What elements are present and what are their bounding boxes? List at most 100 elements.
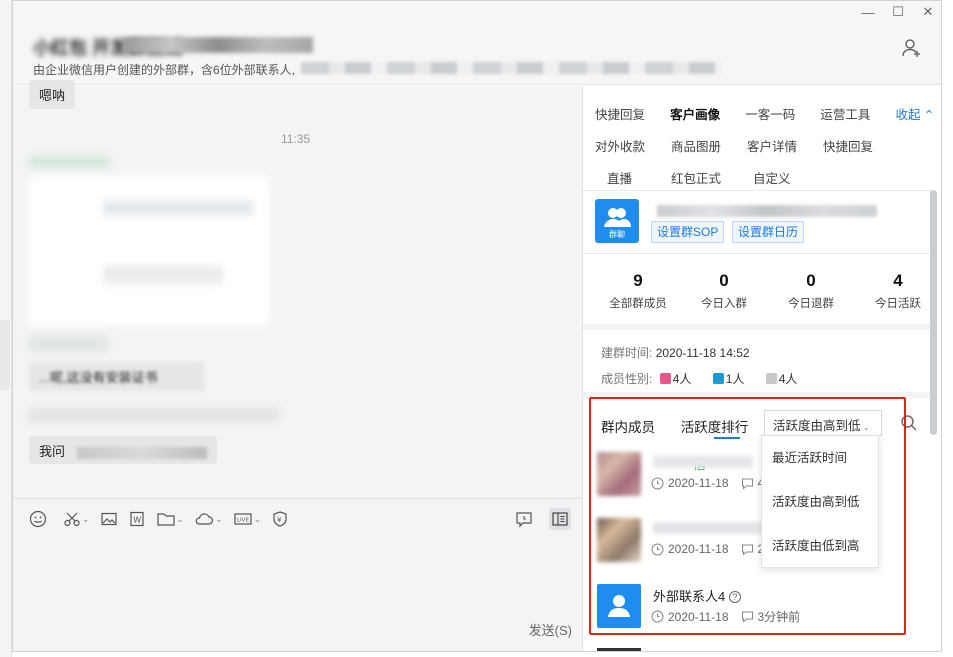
tab-customer-details[interactable]: 客户详情	[747, 136, 823, 155]
tab-group-members[interactable]: 群内成员	[601, 420, 655, 435]
message-count-icon	[741, 611, 753, 623]
yen-shield-icon: ¥	[273, 511, 287, 527]
tab-operation-tools[interactable]: 运营工具	[820, 104, 895, 123]
emoji-button[interactable]	[29, 509, 47, 529]
tool-tabs-row-1: 快捷回复 客户画像 一客一码 运营工具 收起 ⌃	[595, 97, 935, 129]
tab-external-payment[interactable]: 对外收款	[595, 136, 671, 155]
unknown-gender-icon	[765, 373, 777, 384]
stat-value: 0	[719, 271, 729, 290]
member-name: 外部联系人4 ?	[653, 586, 741, 605]
member-meta: 2020-11-18 48	[651, 476, 771, 490]
minimize-icon[interactable]: —	[861, 5, 875, 20]
maximize-icon[interactable]: ☐	[891, 4, 905, 19]
message-time: 11:35	[281, 132, 311, 146]
panel-scrollbar[interactable]	[930, 190, 937, 435]
sort-option-activity-asc[interactable]: 活跃度由低到高	[762, 524, 878, 568]
add-member-icon[interactable]	[901, 37, 923, 59]
tool-tabs-row-3: 直播 红包正式 自定义	[595, 161, 935, 193]
group-created-time: 建群时间: 2020-11-18 14:52	[601, 344, 750, 361]
clock-icon	[651, 477, 664, 489]
message-count-icon	[741, 478, 753, 490]
screenshot-button[interactable]: ⌄	[63, 509, 90, 529]
member-tabs: 群内成员 活跃度排行	[601, 416, 748, 436]
male-icon	[712, 373, 724, 384]
svg-text:W: W	[133, 516, 141, 525]
stat-value: 0	[806, 271, 816, 290]
document-button[interactable]: W	[128, 509, 146, 529]
tab-red-packet[interactable]: 红包正式	[671, 168, 747, 187]
set-group-sop-button[interactable]: 设置群SOP	[651, 221, 725, 243]
member-gender: 成员性别: 4人 1人 4人	[601, 370, 797, 387]
image-message-redaction[interactable]	[29, 176, 269, 326]
sort-option-activity-desc[interactable]: 活跃度由高到低	[762, 480, 878, 524]
cloud-icon	[195, 513, 214, 525]
chat-header: 小红包 开发群测试 由企业微信用户创建的外部群，含6位外部联系人, — ☐ ✕	[13, 1, 941, 85]
tab-activity-ranking[interactable]: 活跃度排行	[681, 420, 749, 435]
tab-custom[interactable]: 自定义	[747, 168, 823, 187]
message-input-area[interactable]: ⌄ W ⌄ ⌄ LIVE ⌄ ¥ 发送(S)	[13, 498, 582, 651]
folder-button[interactable]: ⌄	[156, 509, 184, 529]
tab-product-album[interactable]: 商品图册	[671, 136, 747, 155]
member-avatar	[597, 518, 641, 562]
member-avatar	[597, 584, 641, 628]
member-meta: 2020-11-18 29	[651, 542, 771, 556]
message-bubble: 我问	[29, 436, 217, 464]
side-panel-toggle[interactable]	[549, 508, 571, 530]
created-value: 2020-11-18 14:52	[655, 346, 750, 360]
subtitle-redaction	[301, 62, 721, 74]
live-button[interactable]: LIVE ⌄	[233, 509, 262, 529]
tab-live[interactable]: 直播	[595, 168, 671, 187]
stat-label: 全部群成员	[609, 298, 667, 310]
stat-left-today: 0 今日退群	[768, 271, 854, 311]
svg-text:¥: ¥	[277, 516, 282, 524]
tab-quick-reply[interactable]: 快捷回复	[595, 104, 670, 123]
scissors-icon	[64, 512, 80, 527]
close-icon[interactable]: ✕	[921, 4, 935, 19]
side-panel-icon	[552, 512, 568, 526]
red-packet-button[interactable]: ¥	[271, 509, 289, 529]
chat-history-icon	[516, 512, 532, 528]
member-meta: 2020-11-18 3分钟前	[651, 608, 800, 625]
chevron-down-icon: ⌄	[253, 513, 262, 524]
set-group-calendar-button[interactable]: 设置群日历	[732, 221, 805, 243]
sort-dropdown-menu: 最近活跃时间 活跃度由高到低 活跃度由低到高	[761, 435, 879, 568]
member-row[interactable]: 外部联系人4 ? 2020-11-18 3分钟前	[597, 584, 927, 646]
tab-one-customer-code[interactable]: 一客一码	[745, 104, 820, 123]
stat-value: 4	[893, 271, 903, 290]
word-doc-icon: W	[129, 511, 144, 527]
member-name-redaction	[653, 522, 763, 534]
divider	[583, 253, 932, 254]
next-member-avatar-edge	[597, 648, 641, 651]
collapse-button[interactable]: 收起 ⌃	[895, 104, 935, 123]
female-icon	[659, 373, 671, 384]
clock-icon	[651, 543, 664, 555]
send-button[interactable]: 发送(S)	[529, 620, 572, 639]
tab-quick-reply-2[interactable]: 快捷回复	[823, 136, 899, 155]
sort-select[interactable]: 活跃度由高到低 ⌄	[764, 410, 882, 436]
chevron-down-icon: ⌄	[82, 513, 90, 524]
stat-label: 今日退群	[788, 298, 834, 310]
help-icon[interactable]: ?	[728, 591, 741, 603]
stat-label: 今日活跃	[875, 298, 921, 310]
member-last-active: 3分钟前	[757, 610, 801, 624]
male-count: 1人	[725, 372, 745, 386]
window-controls: — ☐ ✕	[861, 4, 935, 20]
sender-name-redaction-2	[29, 336, 109, 352]
group-title-redaction	[123, 37, 313, 53]
female-count: 4人	[672, 372, 692, 386]
search-icon[interactable]	[900, 414, 918, 432]
live-icon: LIVE	[234, 513, 252, 525]
sort-option-recent-active[interactable]: 最近活跃时间	[762, 436, 878, 480]
cloud-drive-button[interactable]: ⌄	[194, 509, 223, 529]
member-name-redaction	[653, 456, 753, 468]
message-list[interactable]: 嗯呐 11:35 ...呢,这没有安装证书 我问	[13, 80, 582, 498]
tab-customer-profile[interactable]: 客户画像	[670, 104, 745, 123]
input-toolbar: ⌄ W ⌄ ⌄ LIVE ⌄ ¥	[29, 509, 289, 529]
group-subtitle: 由企业微信用户创建的外部群，含6位外部联系人,	[33, 63, 296, 77]
section-separator	[583, 392, 932, 398]
stat-value: 9	[633, 271, 643, 290]
message-history-button[interactable]	[513, 508, 535, 530]
sender-name-redaction	[29, 156, 109, 168]
unknown-count: 4人	[778, 372, 798, 386]
image-button[interactable]	[100, 509, 118, 529]
